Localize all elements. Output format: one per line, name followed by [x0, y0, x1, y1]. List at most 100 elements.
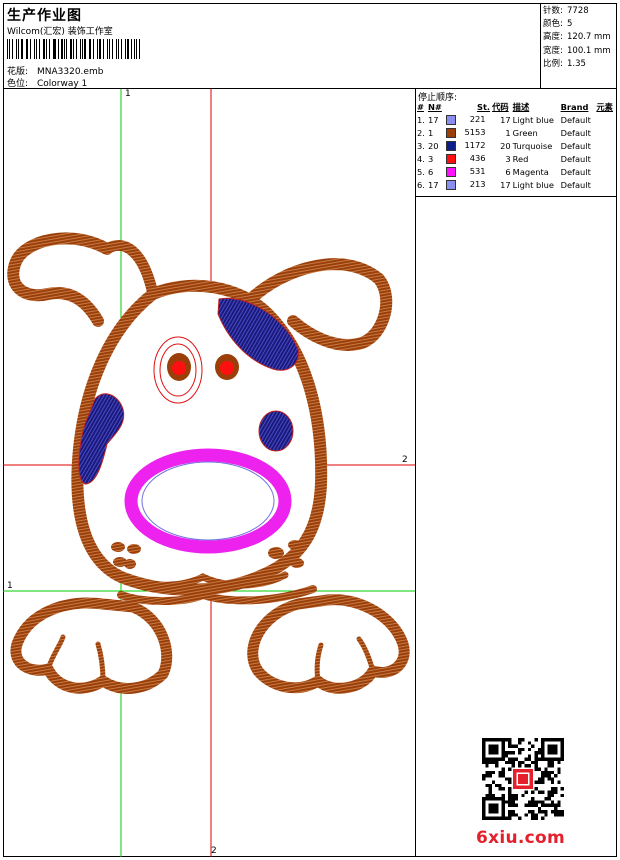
- row-stitch-cell: 5153: [445, 126, 491, 139]
- qr-code: [482, 738, 564, 820]
- row-brand: Default: [560, 179, 591, 190]
- row-element: [595, 178, 616, 191]
- colorway-row: 色位: Colorway 1: [7, 76, 87, 89]
- right-paw: [247, 594, 410, 694]
- color-swatch: [445, 140, 456, 151]
- row-stitches: 531: [469, 166, 486, 177]
- stat-scale-value: 1.35: [567, 58, 586, 69]
- row-stitch-cell: 1172: [445, 139, 491, 152]
- colorway-value: Colorway 1: [37, 79, 88, 89]
- row-needle: 17: [427, 114, 439, 125]
- row-description: Turquoise: [512, 140, 553, 151]
- col-element: 元素: [596, 102, 613, 112]
- row-description: Light blue: [512, 179, 554, 190]
- row-stitch-cell: 221: [445, 113, 491, 126]
- col-brand: Brand: [560, 102, 589, 112]
- guide-marker-left: 1: [7, 581, 13, 591]
- stat-height: 高度: 120.7 mm: [543, 31, 617, 44]
- left-eye-pupil: [172, 361, 186, 375]
- row-code: 17: [500, 179, 511, 190]
- row-element: [595, 165, 616, 178]
- row-stitches: 436: [469, 153, 486, 164]
- color-swatch: [445, 127, 456, 138]
- table-row: 5. 6 531 6 Magenta Default: [416, 165, 616, 178]
- page-title: 生产作业图: [7, 8, 82, 24]
- left-ear: [7, 232, 113, 327]
- left-ear-inner: [101, 240, 159, 300]
- row-stitches: 221: [469, 114, 486, 125]
- row-stitches: 5153: [464, 127, 486, 138]
- stop-sequence-table: # N# St. 代码 描述 Brand 元素 1. 17 221 17 Light b…: [416, 101, 616, 191]
- row-stitch-cell: 531: [445, 165, 491, 178]
- whisker-dot: [268, 547, 284, 559]
- col-stitches: St.: [476, 102, 491, 112]
- stat-width: 宽度: 100.1 mm: [543, 45, 617, 58]
- row-index: 1.: [417, 114, 425, 125]
- whisker-dot: [127, 544, 141, 554]
- row-brand: Default: [560, 140, 591, 151]
- colorway-label: 色位:: [7, 79, 29, 89]
- stat-colors: 颜色: 5: [543, 18, 617, 31]
- row-code: 3: [505, 153, 511, 164]
- row-description: Light blue: [512, 114, 554, 125]
- row-description: Green: [512, 127, 538, 138]
- row-stitch-cell: 436: [445, 152, 491, 165]
- table-row: 1. 17 221 17 Light blue Default: [416, 113, 616, 126]
- row-brand: Default: [560, 153, 591, 164]
- stat-height-value: 120.7 mm: [567, 32, 611, 43]
- whisker-dot: [288, 540, 302, 550]
- table-row: 4. 3 436 3 Red Default: [416, 152, 616, 165]
- company-name: Wilcom(汇宏) 装饰工作室: [7, 27, 113, 37]
- row-code: 6: [505, 166, 511, 177]
- guide-marker-top: 1: [125, 89, 131, 99]
- guide-marker-right: 2: [402, 455, 408, 465]
- whisker-dot: [124, 559, 136, 569]
- col-code: 代码: [492, 102, 509, 112]
- color-swatch: [445, 114, 456, 125]
- guide-marker-bottom: 2: [211, 846, 217, 856]
- row-brand: Default: [560, 127, 591, 138]
- table-row: 2. 1 5153 1 Green Default: [416, 126, 616, 139]
- stat-stitches-value: 7728: [567, 6, 589, 16]
- barcode: [7, 39, 143, 59]
- stat-colors-label: 颜色:: [543, 19, 563, 30]
- row-code: 1: [505, 127, 511, 138]
- row-element: [595, 152, 616, 165]
- col-needle: N#: [427, 102, 442, 112]
- row-stitches: 1172: [464, 140, 486, 151]
- row-index: 5.: [417, 166, 425, 177]
- left-paw: [10, 597, 173, 694]
- stat-scale-label: 比例:: [543, 58, 563, 69]
- design-stats: 针数: 7728 颜色: 5 高度: 120.7 mm 宽度: 100.1 mm 比例:…: [541, 3, 617, 89]
- row-element: [595, 139, 616, 152]
- row-brand: Default: [560, 166, 591, 177]
- row-needle: 17: [427, 179, 439, 190]
- right-eye-pupil: [220, 361, 234, 375]
- stat-height-label: 高度:: [543, 32, 563, 43]
- color-swatch: [445, 153, 456, 164]
- row-needle: 1: [427, 127, 434, 138]
- dog-embroidery-drawing: [3, 89, 415, 857]
- row-description: Red: [512, 153, 529, 164]
- col-index: #: [417, 102, 424, 112]
- watermark-logo: 6xiu.com: [476, 828, 566, 848]
- panel-divider: [416, 196, 617, 197]
- row-element: [595, 126, 616, 139]
- row-code: 17: [500, 114, 511, 125]
- row-needle: 3: [427, 153, 434, 164]
- stat-stitches: 针数: 7728: [543, 5, 617, 18]
- row-index: 4.: [417, 153, 425, 164]
- color-swatch: [445, 166, 456, 177]
- header-panel: 生产作业图 Wilcom(汇宏) 装饰工作室 花版: MNA3320.emb 色位…: [3, 3, 541, 89]
- col-description: 描述: [512, 102, 530, 112]
- stat-colors-value: 5: [567, 19, 573, 30]
- row-needle: 20: [427, 140, 439, 151]
- whisker-dot: [290, 558, 304, 568]
- row-index: 3.: [417, 140, 425, 151]
- color-swatch: [445, 179, 456, 190]
- table-row: 3. 20 1172 20 Turquoise Default: [416, 139, 616, 152]
- table-row: 6. 17 213 17 Light blue Default: [416, 178, 616, 191]
- whisker-dot: [111, 542, 125, 552]
- embroidery-preview: 1 2 1 2: [3, 89, 416, 857]
- row-code: 20: [500, 140, 511, 151]
